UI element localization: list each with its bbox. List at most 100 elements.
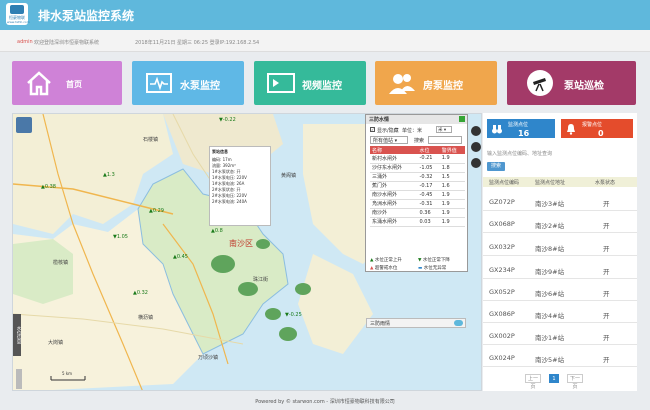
show-label: 显示/隐藏: [377, 128, 399, 134]
cell-warn: 1.9: [439, 217, 465, 227]
alarm-value: 0: [598, 129, 604, 138]
gauge-marker[interactable]: ▼1.05: [113, 234, 128, 240]
cell-status: 开: [603, 268, 610, 276]
cell-status: 开: [603, 312, 610, 320]
nav-video-monitor[interactable]: 视频监控: [254, 61, 366, 105]
scale-label: 5 km: [62, 371, 73, 376]
table-row[interactable]: 新村水闸外 -0.21 1.9: [370, 154, 465, 164]
nav-room-monitor[interactable]: 房泵监控: [375, 61, 497, 105]
username-link[interactable]: admin: [17, 39, 33, 45]
gauge-marker[interactable]: ▲0.38: [41, 184, 56, 190]
rise-icon: ▲: [370, 258, 374, 263]
cell-address: 南沙4#站: [535, 312, 565, 320]
table-row[interactable]: GX052P 南沙6#站 开: [483, 282, 637, 301]
cell-status: 开: [603, 245, 610, 253]
legend-rise: ▲ 水位正常上升: [370, 257, 402, 263]
panel-toggle-icon[interactable]: [459, 116, 465, 122]
table-row[interactable]: GX068P 南沙2#站 开: [483, 214, 637, 233]
station-search-input[interactable]: 输入监测点位编码、地址查询: [487, 150, 627, 159]
gauge-value: 0.8: [214, 228, 223, 234]
nav-station-inspection[interactable]: 泵站巡检: [507, 61, 636, 105]
gauge-marker[interactable]: ▲0.32: [133, 290, 148, 296]
app-header: 恒豪物联 www.hzhh.com 排水泵站监控系统: [0, 0, 650, 30]
binoculars-icon: [492, 125, 502, 134]
cell-warn: 1.9: [439, 208, 465, 218]
cell-name: 新村水闸外: [370, 154, 418, 164]
unit-select-value: 米: [438, 128, 443, 133]
gauge-marker[interactable]: ▲0.45: [173, 254, 188, 260]
gauge-marker[interactable]: ▼-0.25: [285, 312, 302, 318]
toggle-icon[interactable]: [454, 320, 463, 326]
table-row[interactable]: GX234P 南沙9#站 开: [483, 260, 637, 279]
gauge-marker[interactable]: ▲0.29: [149, 208, 164, 214]
fall-icon: ▼: [418, 258, 422, 263]
side-tab-water-info[interactable]: 水位信息: [13, 314, 21, 356]
gauge-value: 0.45: [176, 254, 188, 260]
table-row[interactable]: 南沙外 0.36 1.9: [370, 208, 465, 218]
monitor-count-card[interactable]: 监测点位 16: [487, 119, 555, 138]
map-control-button[interactable]: [471, 126, 481, 136]
filter-select-value: 所有值站: [373, 138, 394, 144]
gauge-marker[interactable]: ▲1.3: [103, 172, 115, 178]
place-label: 珠江街: [253, 277, 269, 283]
nav-pump-monitor[interactable]: 水泵监控: [132, 61, 244, 105]
cell-warn: 1.8: [439, 163, 465, 173]
nav-home[interactable]: 首页: [12, 61, 122, 105]
map-control-button[interactable]: [471, 142, 481, 152]
cell-address: 南沙1#站: [535, 334, 565, 342]
col-warn: 警界值: [439, 146, 465, 154]
table-row[interactable]: GX002P 南沙1#站 开: [483, 326, 637, 345]
cell-name: 东涌水闸外: [370, 217, 418, 227]
unit-select[interactable]: 米 ▾: [436, 126, 452, 133]
cell-level: -0.17: [417, 181, 440, 191]
gauge-marker[interactable]: ▲0.8: [211, 228, 223, 234]
table-row[interactable]: 蕉门外 -0.17 1.6: [370, 181, 465, 191]
gauge-marker[interactable]: ▼-0.22: [219, 117, 236, 123]
cell-level: -0.32: [417, 172, 440, 182]
gauge-value: 0.29: [152, 208, 164, 214]
table-row[interactable]: 沙仔东水闸外 -1.05 1.8: [370, 163, 465, 173]
water-level-table: 名称 水位 警界值 新村水闸外 -0.21 1.9 沙仔东水闸外 -1.05 1.8 三…: [370, 146, 465, 227]
cell-name: 蕉门外: [370, 181, 418, 191]
cell-status: 开: [603, 334, 610, 342]
nav-station-inspection-label: 泵站巡检: [564, 81, 604, 92]
legend-warn: ▲ 超警戒水位: [370, 265, 397, 271]
cell-address: 南沙9#站: [535, 268, 565, 276]
cell-status: 开: [603, 290, 610, 298]
legend-normal: ▬ 水位无异常: [418, 265, 446, 271]
station-search-button[interactable]: 搜索: [487, 162, 505, 171]
cell-name: 南沙外: [370, 208, 418, 218]
page-number-button[interactable]: 1: [549, 374, 559, 383]
table-row[interactable]: GX086P 南沙4#站 开: [483, 304, 637, 323]
next-page-button[interactable]: 下一页: [567, 374, 583, 390]
gauge-value: 0.38: [44, 184, 56, 190]
table-row[interactable]: 东涌水闸外 0.03 1.9: [370, 217, 465, 227]
cell-address: 南沙6#站: [535, 290, 565, 298]
popup-title: 泵站信息: [212, 149, 228, 154]
cell-level: -0.21: [417, 154, 440, 164]
logo-subtext: www.hzhh.com: [7, 20, 30, 24]
station-filter-select[interactable]: 所有值站 ▾: [370, 136, 408, 144]
water-search-input[interactable]: [428, 136, 462, 144]
table-row[interactable]: GX032P 南沙8#站 开: [483, 237, 637, 256]
map-control-button[interactable]: [471, 158, 481, 168]
nav-room-monitor-label: 房泵监控: [423, 81, 463, 92]
table-row[interactable]: GZ072P 南沙3#站 开: [483, 192, 637, 211]
prev-page-button[interactable]: 上一页: [525, 374, 541, 390]
alarm-count-card[interactable]: 报警点位 0: [561, 119, 633, 138]
table-row[interactable]: 凫洲水闸外 -0.31 1.9: [370, 199, 465, 209]
table-row[interactable]: 三涌外 -0.32 1.5: [370, 172, 465, 182]
legend-label: 水位无异常: [423, 266, 447, 271]
show-checkbox[interactable]: ✓: [370, 127, 375, 132]
place-label: 黄阁镇: [281, 173, 297, 179]
gauge-value: 0.32: [136, 290, 148, 296]
bell-icon: [567, 124, 575, 135]
nav-home-label: 首页: [66, 80, 82, 89]
cell-level: 0.03: [417, 217, 440, 227]
map-popup: 泵站信息 编码: 17m 流量: 392m³ 1#水泵状态: 开 1#水泵电压:…: [209, 146, 271, 226]
table-row[interactable]: GX024P 南沙5#站 开: [483, 348, 637, 367]
app-title: 排水泵站监控系统: [38, 9, 135, 23]
rain-panel-tab[interactable]: 三防雨情: [366, 318, 466, 328]
cell-code: GX086P: [489, 310, 515, 318]
table-row[interactable]: 南沙水闸外 -0.45 1.9: [370, 190, 465, 200]
